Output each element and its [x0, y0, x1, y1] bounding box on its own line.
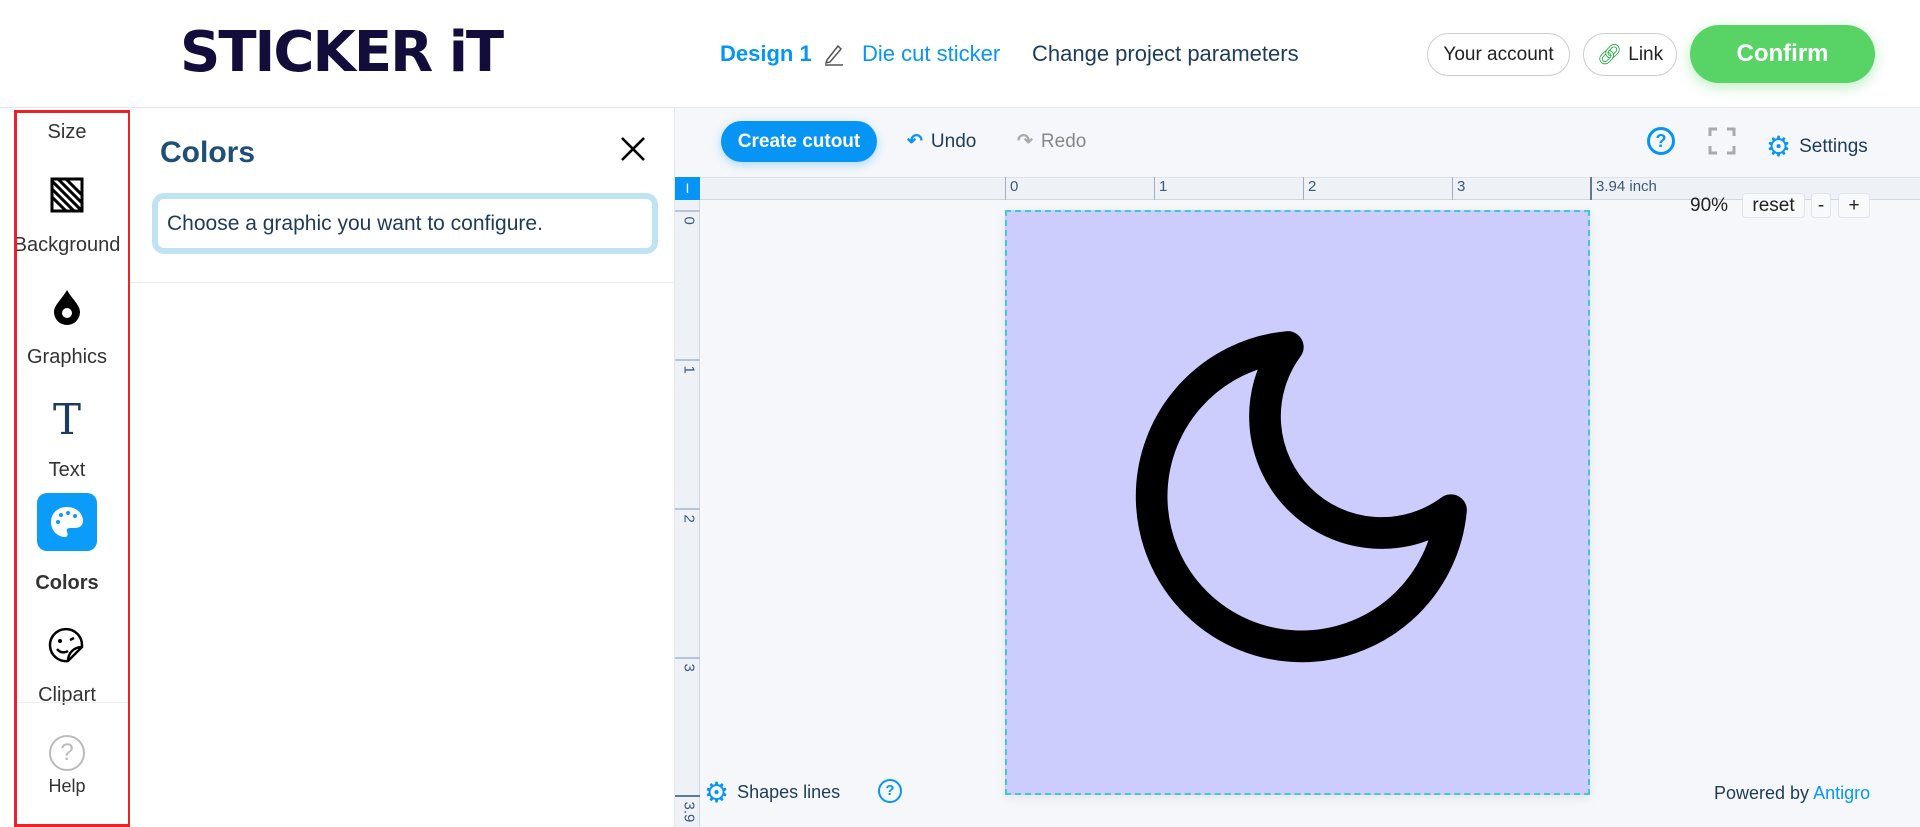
- design-name[interactable]: Design 1: [720, 40, 812, 68]
- horizontal-ruler[interactable]: [675, 177, 1920, 200]
- ruler-tick: 3: [1452, 177, 1465, 200]
- close-icon[interactable]: [618, 134, 648, 164]
- undo-label: Undo: [930, 130, 977, 152]
- shapes-lines-label: Shapes lines: [737, 782, 841, 802]
- ruler-tick: 2: [1303, 177, 1316, 200]
- redo-button[interactable]: ↷ Redo: [1017, 130, 1086, 153]
- your-account-label: Your account: [1443, 43, 1554, 65]
- ruler-tick: 0: [1005, 177, 1018, 200]
- link-label: Link: [1628, 43, 1664, 65]
- redo-icon: ↷: [1017, 131, 1033, 152]
- undo-button[interactable]: ↶ Undo: [907, 130, 976, 153]
- moon-graphic[interactable]: [1101, 297, 1501, 697]
- zoom-reset-button[interactable]: reset: [1742, 193, 1805, 218]
- shapes-lines-button[interactable]: ⚙ Shapes lines: [704, 776, 840, 809]
- ruler-tick-end: 3.9: [675, 795, 700, 822]
- confirm-button[interactable]: Confirm: [1690, 25, 1875, 83]
- redo-label: Redo: [1040, 130, 1087, 152]
- panel-divider: [130, 282, 675, 283]
- zoom-out-button[interactable]: -: [1811, 193, 1831, 218]
- help-icon[interactable]: ?: [1647, 127, 1675, 155]
- product-type-link[interactable]: Die cut sticker: [862, 40, 1000, 68]
- your-account-button[interactable]: Your account: [1427, 33, 1570, 76]
- create-cutout-button[interactable]: Create cutout: [721, 121, 877, 162]
- ruler-tick: 2: [675, 508, 700, 533]
- sidebar-highlight: [14, 110, 131, 827]
- gear-icon: ⚙: [704, 777, 730, 808]
- shapes-help-icon[interactable]: ?: [878, 779, 902, 803]
- settings-button[interactable]: ⚙ Settings: [1766, 130, 1868, 163]
- ruler-tick-end: 3.94 inch: [1590, 177, 1657, 200]
- link-button[interactable]: 🔗︎ Link: [1583, 33, 1677, 76]
- link-icon: 🔗︎: [1596, 44, 1623, 66]
- ruler-corner: I: [675, 177, 700, 200]
- undo-icon: ↶: [907, 131, 923, 152]
- ruler-tick: 1: [1154, 177, 1167, 200]
- panel-message: Choose a graphic you want to configure.: [152, 193, 658, 254]
- logo[interactable]: STICKER iT: [180, 22, 504, 84]
- zoom-in-button[interactable]: +: [1838, 193, 1870, 218]
- change-project-parameters-link[interactable]: Change project parameters: [1032, 40, 1299, 68]
- panel-title: Colors: [160, 136, 256, 169]
- pencil-icon[interactable]: [823, 42, 845, 66]
- gear-icon: ⚙: [1766, 131, 1792, 162]
- fullscreen-icon[interactable]: [1708, 127, 1736, 155]
- ruler-tick: 1: [675, 359, 700, 384]
- settings-label: Settings: [1799, 135, 1868, 157]
- powered-by: Powered by Antigro: [1714, 783, 1871, 803]
- ruler-tick: 0: [675, 210, 700, 235]
- zoom-level: 90%: [1690, 195, 1729, 216]
- antigro-link[interactable]: Antigro: [1813, 783, 1870, 803]
- ruler-tick: 3: [675, 657, 700, 682]
